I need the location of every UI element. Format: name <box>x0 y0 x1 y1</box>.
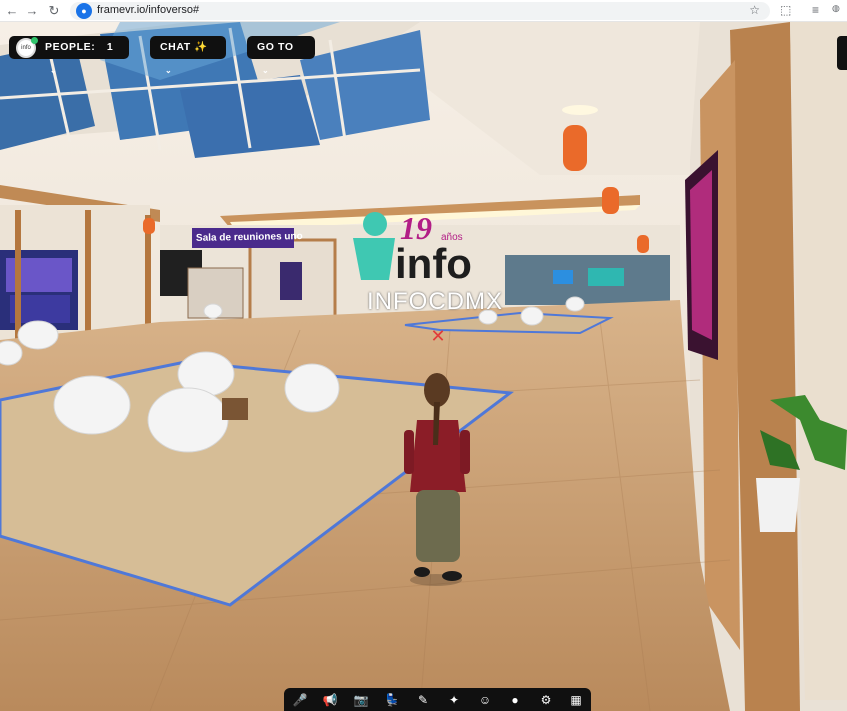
back-icon[interactable]: ← <box>4 3 20 19</box>
side-panel-tab[interactable] <box>837 36 847 70</box>
browser-toolbar: ← → ↻ ● framevr.io/infoverso# ☆ ⬚ ≡ ◍ <box>0 0 847 22</box>
people-label: PEOPLE: <box>45 41 96 53</box>
reading-list-icon[interactable]: ≡ <box>812 3 819 17</box>
logo-word: info <box>395 240 472 287</box>
goto-label: GO TO <box>257 41 294 53</box>
goto-button[interactable]: GO TO ⌄ <box>247 36 315 75</box>
reload-icon[interactable]: ↻ <box>46 3 62 19</box>
mic-muted-icon[interactable]: 🎤 <box>292 692 308 708</box>
goto-chevron-icon: ⌄ <box>262 66 270 75</box>
bookmark-star-icon[interactable]: ☆ <box>749 3 760 17</box>
pen-icon[interactable]: ✎ <box>415 692 431 708</box>
extensions-icon[interactable]: ⬚ <box>780 3 791 17</box>
site-info-icon[interactable]: ● <box>76 3 92 19</box>
virtual-world-scene[interactable]: Sala de reuniones uno 19 años info INFOC… <box>0 22 847 711</box>
scene-render <box>0 22 847 711</box>
bottom-toolbar: 🎤 📢 📷 💺 ✎ ✦ ☺ ● ⚙ ▦ <box>284 688 591 711</box>
gear-icon[interactable]: ⚙ <box>538 692 554 708</box>
emoji-icon[interactable]: ☺ <box>477 692 493 708</box>
profile-icon[interactable]: ◍ <box>832 3 840 14</box>
chat-button[interactable]: CHAT ✨ ⌄ <box>150 36 226 75</box>
sparkle-icon[interactable]: ✦ <box>446 692 462 708</box>
camera-icon[interactable]: 📷 <box>353 692 369 708</box>
online-status-dot <box>31 37 38 44</box>
chat-chevron-icon: ⌄ <box>165 66 173 75</box>
megaphone-icon[interactable]: 📢 <box>322 692 338 708</box>
people-count: 1 <box>106 41 114 53</box>
logo-subtitle: INFOCDMX <box>367 288 503 315</box>
seat-icon[interactable]: 💺 <box>384 692 400 708</box>
room-sign: Sala de reuniones uno <box>195 231 303 244</box>
infocdmx-logo: 19 años info INFOCDMX <box>345 210 515 320</box>
people-chevron-icon: ⌄ <box>50 66 58 75</box>
forward-icon[interactable]: → <box>24 3 40 19</box>
record-icon[interactable]: ● <box>507 692 523 708</box>
avatar-muted-mic-icon: ✕ <box>430 326 446 346</box>
grid-icon[interactable]: ▦ <box>568 692 584 708</box>
url-text[interactable]: framevr.io/infoverso# <box>97 4 199 16</box>
chat-label: CHAT ✨ <box>160 41 208 53</box>
address-bar[interactable]: ● framevr.io/infoverso# ☆ <box>70 2 770 20</box>
